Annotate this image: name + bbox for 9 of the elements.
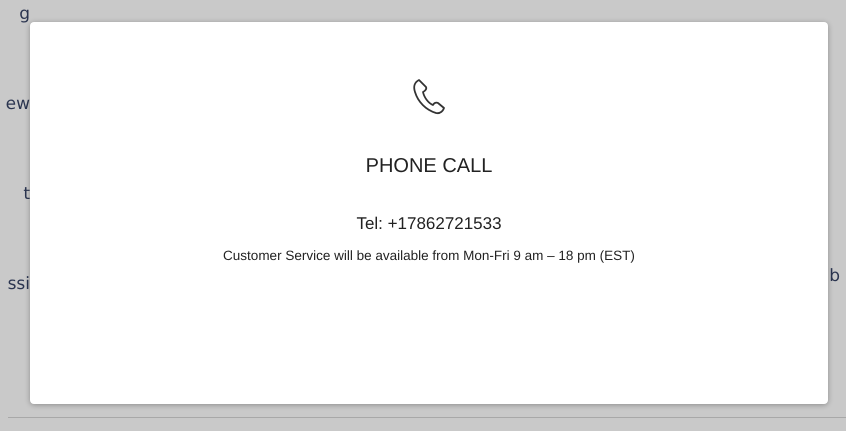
- phone-number: Tel: +17862721533: [356, 214, 502, 234]
- background-text: b: [829, 265, 840, 288]
- background-text: ew: [4, 93, 30, 116]
- service-hours: Customer Service will be available from Mon-Fri 9 am – 18 pm (EST): [223, 248, 635, 263]
- background-text: ssi: [6, 273, 30, 296]
- dialog-title: PHONE CALL: [366, 155, 492, 178]
- background-text: t: [22, 183, 30, 206]
- background-text: g: [18, 3, 30, 26]
- phone-icon: [412, 77, 446, 115]
